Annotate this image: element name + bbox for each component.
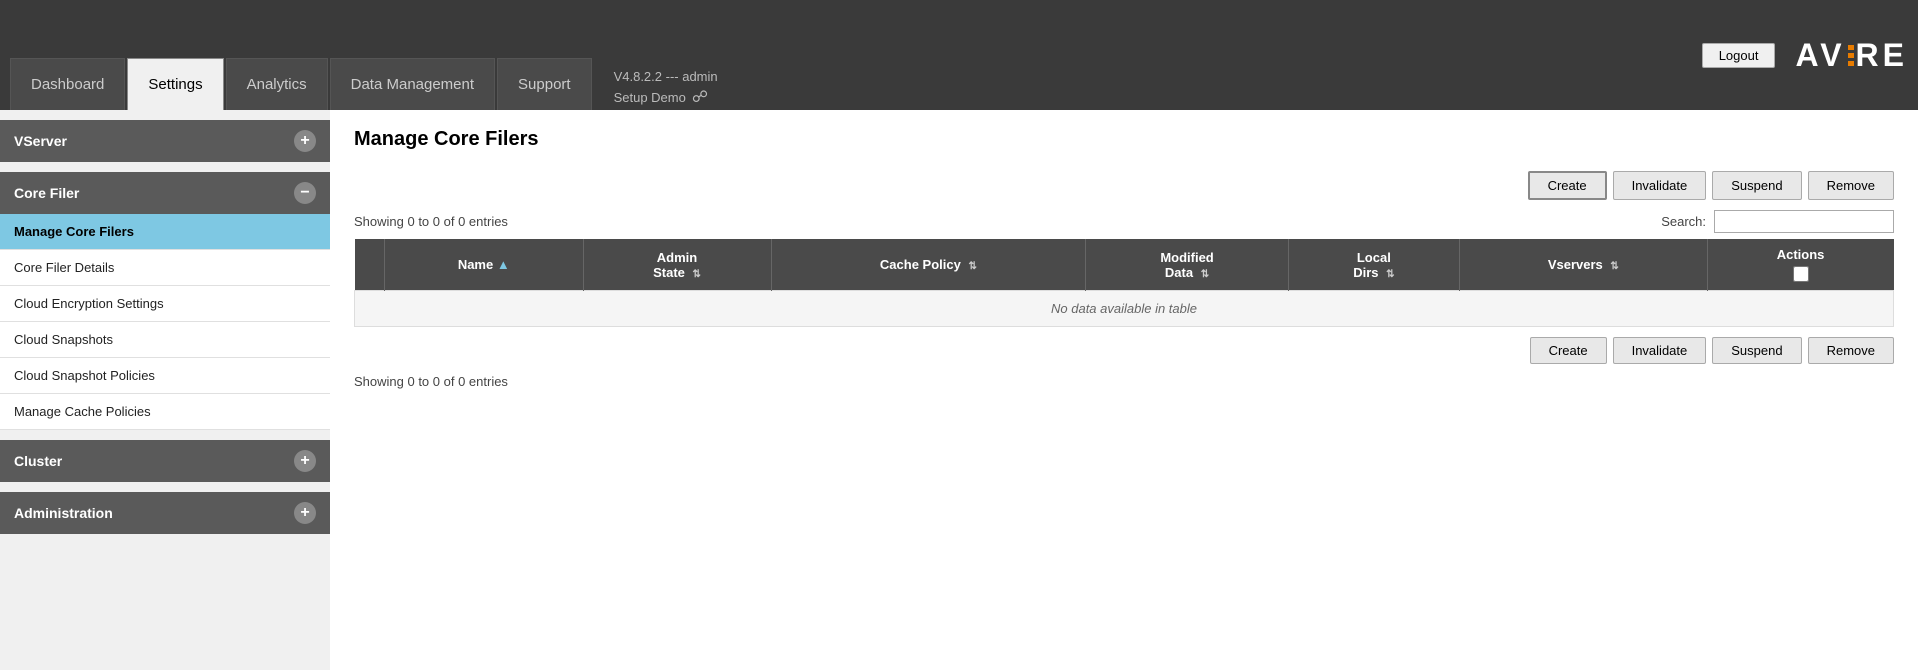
sidebar-item-cloud-encryption-settings[interactable]: Cloud Encryption Settings: [0, 286, 330, 322]
top-action-row: Create Invalidate Suspend Remove: [354, 171, 1894, 200]
sidebar-item-manage-cache-policies[interactable]: Manage Cache Policies: [0, 394, 330, 430]
main-layout: VServer + Core Filer − Manage Core Filer…: [0, 110, 1918, 670]
create-button-top[interactable]: Create: [1528, 171, 1607, 200]
sort-arrows-vservers-icon: ⇅: [1610, 261, 1618, 272]
sort-arrows-cache-policy-icon: ⇅: [968, 261, 976, 272]
col-header-admin-state[interactable]: AdminState ⇅: [583, 239, 771, 291]
col-header-modified-data[interactable]: ModifiedData ⇅: [1086, 239, 1288, 291]
core-filers-table: Name ▲ AdminState ⇅ Cache Policy ⇅ Modif…: [354, 239, 1894, 327]
logo-bars-icon: [1848, 45, 1854, 66]
version-info: V4.8.2.2 --- admin Setup Demo ☍: [614, 67, 718, 111]
top-showing-row: Showing 0 to 0 of 0 entries Search:: [354, 210, 1894, 233]
sort-arrows-admin-state-icon: ⇅: [693, 269, 701, 280]
app-header: Dashboard Settings Analytics Data Manage…: [0, 0, 1918, 110]
tab-settings[interactable]: Settings: [127, 58, 223, 110]
sidebar-item-manage-core-filers[interactable]: Manage Core Filers: [0, 214, 330, 250]
sidebar: VServer + Core Filer − Manage Core Filer…: [0, 110, 330, 670]
sidebar-section-cluster[interactable]: Cluster +: [0, 440, 330, 482]
tab-support[interactable]: Support: [497, 58, 592, 110]
tab-dashboard[interactable]: Dashboard: [10, 58, 125, 110]
administration-expand-icon[interactable]: +: [294, 502, 316, 524]
remove-button-top[interactable]: Remove: [1808, 171, 1894, 200]
no-data-row: No data available in table: [355, 291, 1894, 327]
nav-tabs: Dashboard Settings Analytics Data Manage…: [10, 0, 1702, 110]
page-title: Manage Core Filers: [354, 128, 1894, 151]
bottom-action-row: Create Invalidate Suspend Remove: [354, 337, 1894, 364]
suspend-button-bottom[interactable]: Suspend: [1712, 337, 1801, 364]
vserver-expand-icon[interactable]: +: [294, 130, 316, 152]
main-content: Manage Core Filers Create Invalidate Sus…: [330, 110, 1918, 670]
col-header-vservers[interactable]: Vservers ⇅: [1459, 239, 1707, 291]
sort-arrows-modified-data-icon: ⇅: [1201, 269, 1209, 280]
remove-button-bottom[interactable]: Remove: [1808, 337, 1894, 364]
sidebar-section-core-filer[interactable]: Core Filer −: [0, 172, 330, 214]
search-label: Search:: [1661, 214, 1706, 229]
suspend-button-top[interactable]: Suspend: [1712, 171, 1801, 200]
tab-data-management[interactable]: Data Management: [330, 58, 495, 110]
sidebar-item-cloud-snapshot-policies[interactable]: Cloud Snapshot Policies: [0, 358, 330, 394]
no-data-cell: No data available in table: [355, 291, 1894, 327]
showing-entries-top: Showing 0 to 0 of 0 entries: [354, 214, 508, 229]
actions-checkbox[interactable]: [1793, 266, 1809, 282]
sidebar-section-vserver[interactable]: VServer +: [0, 120, 330, 162]
showing-entries-bottom: Showing 0 to 0 of 0 entries: [354, 374, 1894, 389]
sort-up-icon: ▲: [497, 257, 510, 272]
col-header-actions: Actions: [1707, 239, 1893, 291]
core-filer-collapse-icon[interactable]: −: [294, 182, 316, 204]
sidebar-section-administration[interactable]: Administration +: [0, 492, 330, 534]
col-header-cache-policy[interactable]: Cache Policy ⇅: [771, 239, 1086, 291]
col-header-name[interactable]: Name ▲: [385, 239, 584, 291]
invalidate-button-bottom[interactable]: Invalidate: [1613, 337, 1707, 364]
invalidate-button-top[interactable]: Invalidate: [1613, 171, 1707, 200]
header-right: Logout: [1702, 43, 1776, 68]
setup-icon: ☍: [692, 86, 708, 110]
col-header-select: [355, 239, 385, 291]
cluster-expand-icon[interactable]: +: [294, 450, 316, 472]
col-header-local-dirs[interactable]: LocalDirs ⇅: [1288, 239, 1459, 291]
search-row: Search:: [1661, 210, 1894, 233]
create-button-bottom[interactable]: Create: [1530, 337, 1607, 364]
avere-logo: AV RE: [1795, 37, 1908, 74]
sidebar-item-cloud-snapshots[interactable]: Cloud Snapshots: [0, 322, 330, 358]
sidebar-item-core-filer-details[interactable]: Core Filer Details: [0, 250, 330, 286]
tab-analytics[interactable]: Analytics: [226, 58, 328, 110]
logout-button[interactable]: Logout: [1702, 43, 1776, 68]
search-input[interactable]: [1714, 210, 1894, 233]
sort-arrows-local-dirs-icon: ⇅: [1386, 269, 1394, 280]
